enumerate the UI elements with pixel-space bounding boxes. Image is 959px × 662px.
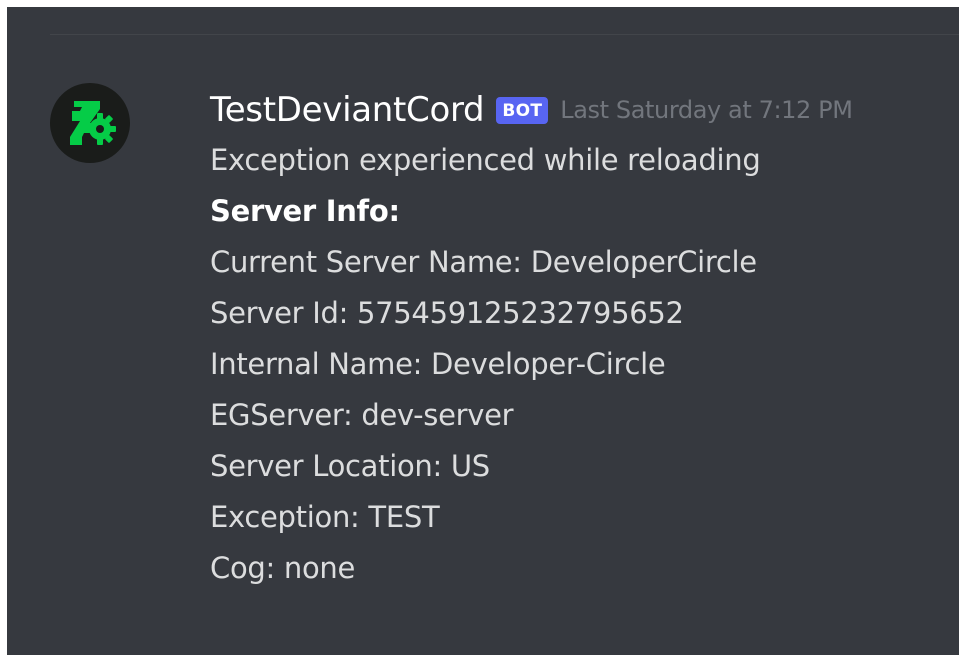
message-divider [50, 34, 959, 35]
message-line: Internal Name: Developer-Circle [210, 347, 666, 381]
message-header: TestDeviantCord BOT Last Saturday at 7:1… [210, 85, 949, 135]
chat-message-pane: TestDeviantCord BOT Last Saturday at 7:1… [7, 7, 959, 655]
message-line: Cog: none [210, 551, 356, 585]
message-line: Server Id: 575459125232795652 [210, 296, 684, 330]
message-content: Exception experienced while reloading Se… [210, 135, 949, 594]
message-line-heading: Server Info: [210, 194, 400, 228]
bot-avatar[interactable] [50, 83, 130, 163]
deviantart-gear-logo-icon [70, 101, 116, 145]
message-line: Server Location: US [210, 449, 490, 483]
message-line: Exception: TEST [210, 500, 440, 534]
message-line: Current Server Name: DeveloperCircle [210, 245, 757, 279]
message-line: EGServer: dev-server [210, 398, 514, 432]
bot-badge: BOT [496, 96, 549, 124]
message-timestamp[interactable]: Last Saturday at 7:12 PM [560, 96, 853, 124]
author-name[interactable]: TestDeviantCord [210, 90, 485, 130]
message-line: Exception experienced while reloading [210, 143, 761, 177]
bot-message: TestDeviantCord BOT Last Saturday at 7:1… [210, 85, 949, 594]
